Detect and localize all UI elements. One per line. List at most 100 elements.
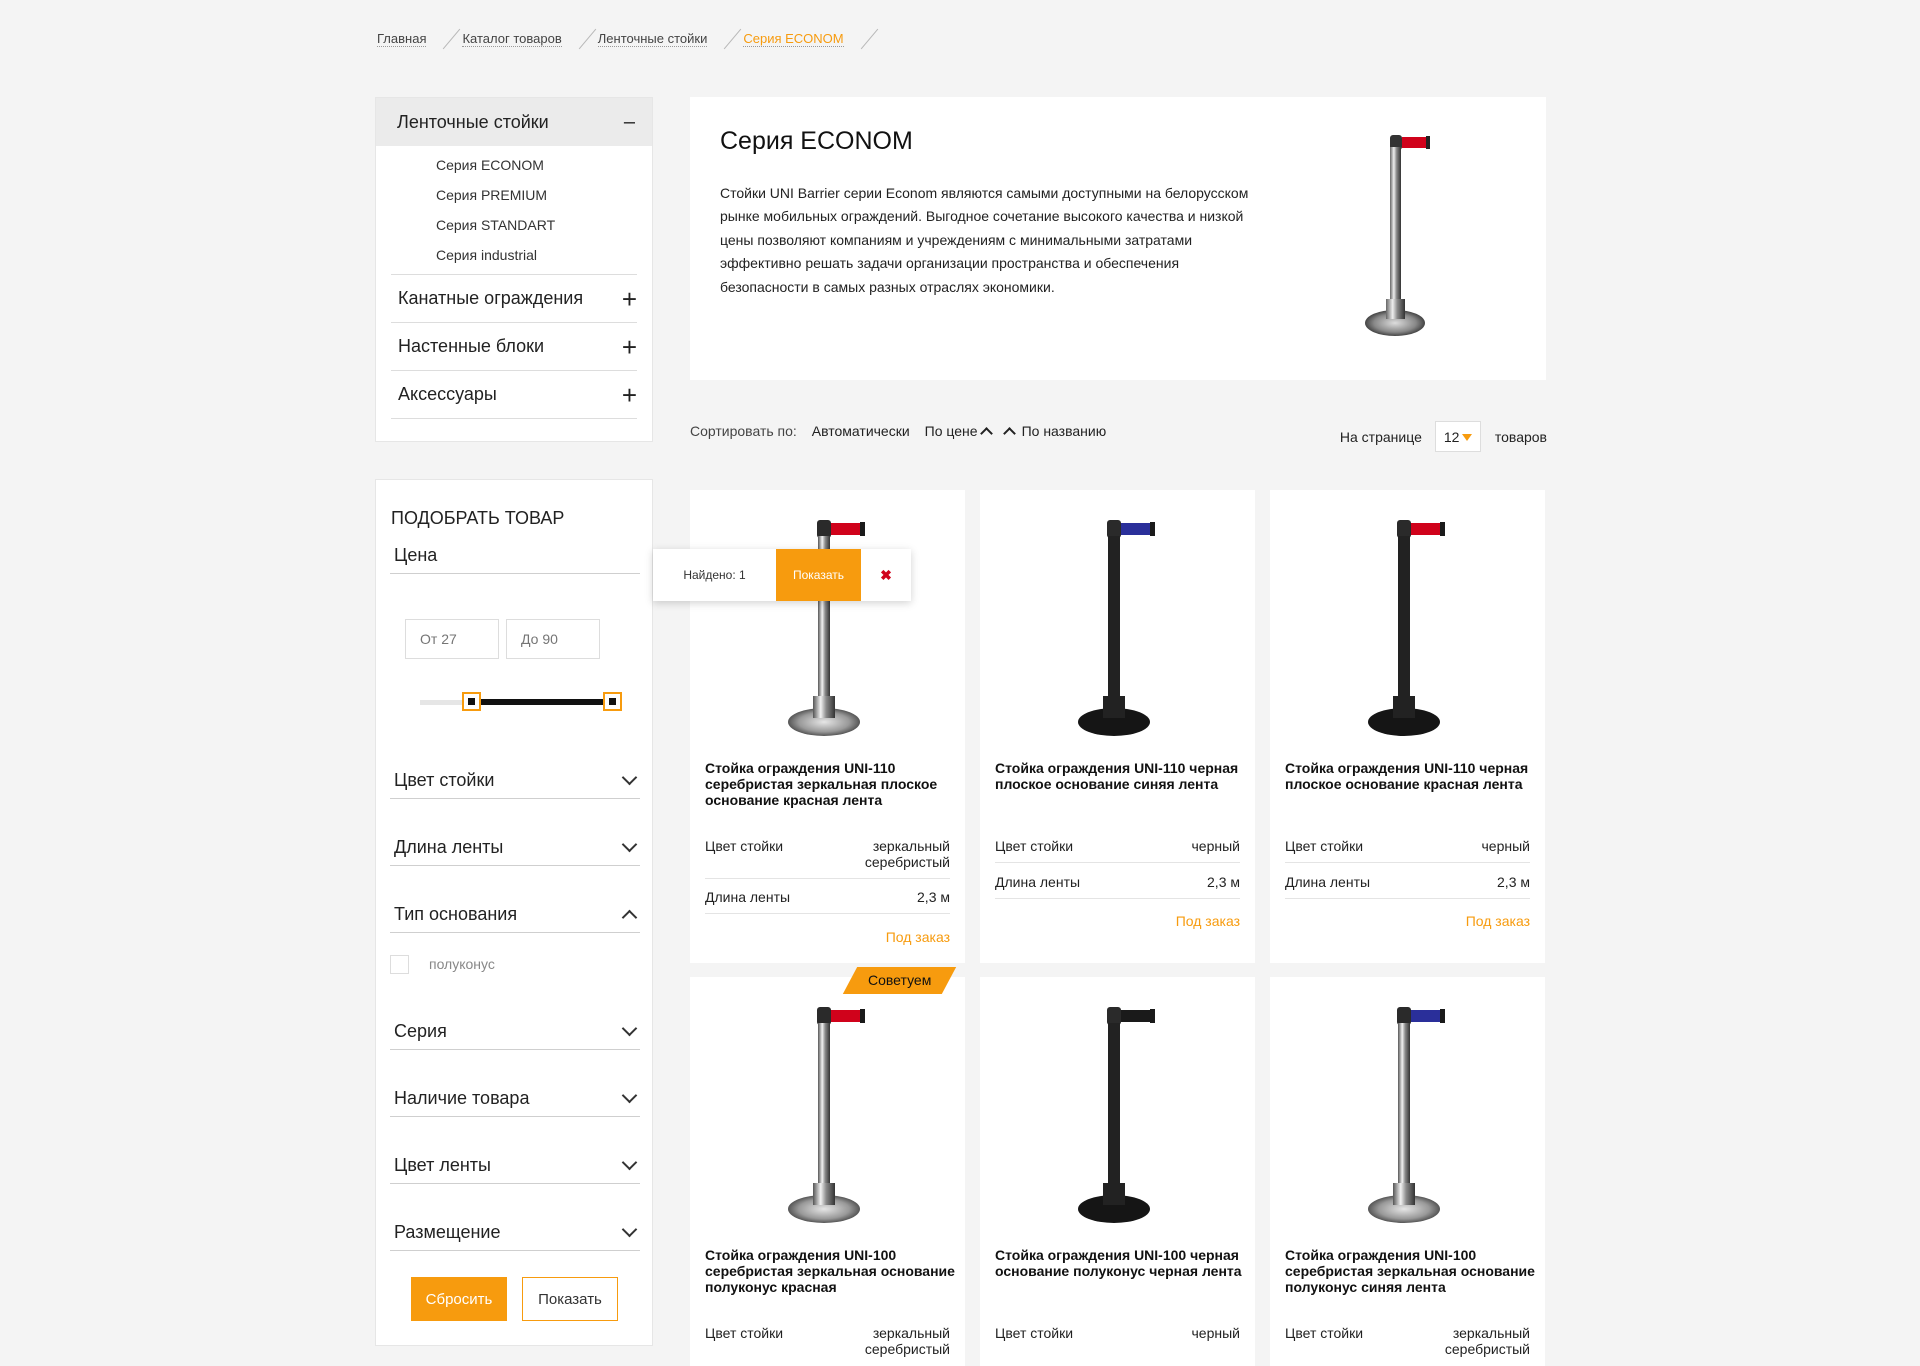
- plus-icon[interactable]: +: [622, 334, 637, 360]
- filter-section-placement[interactable]: Размещение: [390, 1214, 640, 1251]
- product-card[interactable]: Стойка ограждения UNI-100 серебристая зе…: [1270, 977, 1545, 1366]
- price-to-input[interactable]: [506, 619, 600, 659]
- order-status[interactable]: Под заказ: [1176, 913, 1240, 929]
- product-image[interactable]: [1333, 510, 1483, 740]
- order-status[interactable]: Под заказ: [886, 929, 950, 945]
- chevron-up-icon: [621, 909, 638, 925]
- product-title[interactable]: Стойка ограждения UNI-110 черная плоское…: [1285, 760, 1535, 792]
- menu-item-accessories[interactable]: Аксессуары +: [391, 371, 637, 419]
- base-semicone-checkbox[interactable]: [390, 955, 409, 974]
- product-prop-length: Длина ленты 2,3 м: [995, 874, 1240, 899]
- price-slider-max-handle[interactable]: [603, 692, 622, 711]
- prop-label: Длина ленты: [1285, 874, 1371, 890]
- prop-value: черный: [1191, 1325, 1240, 1341]
- sort-name-asc-icon[interactable]: [1002, 426, 1016, 440]
- product-title[interactable]: Стойка ограждения UNI-100 серебристая зе…: [705, 1247, 955, 1295]
- breadcrumb: Главная Каталог товаров Ленточные стойки…: [377, 28, 880, 50]
- prop-label: Цвет стойки: [1285, 1325, 1364, 1341]
- product-card[interactable]: Стойка ограждения UNI-110 черная плоское…: [980, 490, 1255, 963]
- filter-section-base-type[interactable]: Тип основания: [390, 896, 640, 933]
- filter-label: Тип основания: [394, 903, 518, 924]
- product-prop-length: Длина ленты 2,3 м: [705, 889, 950, 914]
- product-image[interactable]: [1043, 997, 1193, 1227]
- per-page: На странице 12 товаров: [1340, 421, 1547, 452]
- product-card[interactable]: Стойка ограждения UNI-110 черная плоское…: [1270, 490, 1545, 963]
- chevron-down-icon: [621, 1087, 638, 1103]
- product-prop-color: Цвет стойки зеркальный серебристый: [705, 1325, 950, 1365]
- sort-name[interactable]: По названию: [1022, 423, 1107, 439]
- reset-button[interactable]: Сбросить: [411, 1277, 507, 1321]
- filter-section-post-color[interactable]: Цвет стойки: [390, 762, 640, 799]
- breadcrumb-catalog[interactable]: Каталог товаров: [462, 28, 597, 50]
- found-count: Найдено: 1: [683, 568, 746, 582]
- order-status[interactable]: Под заказ: [1466, 913, 1530, 929]
- prop-label: Длина ленты: [705, 889, 791, 905]
- per-page-value: 12: [1443, 428, 1460, 445]
- plus-icon[interactable]: +: [622, 286, 637, 312]
- sort-price-asc-icon[interactable]: [979, 426, 993, 440]
- product-image[interactable]: [1043, 510, 1193, 740]
- menu-item-wall-units[interactable]: Настенные блоки +: [391, 323, 637, 371]
- filter-section-tape-length[interactable]: Длина ленты: [390, 829, 640, 866]
- product-image[interactable]: [753, 510, 903, 740]
- base-semicone-label[interactable]: полуконус: [429, 956, 495, 972]
- prop-value: черный: [1191, 838, 1240, 854]
- category-description: Стойки UNI Barrier серии Econom являются…: [720, 185, 1249, 295]
- per-page-select[interactable]: 12: [1434, 421, 1481, 452]
- catalog-menu: Ленточные стойки – Серия ECONOM Серия PR…: [375, 97, 653, 442]
- product-card[interactable]: Стойка ограждения UNI-100 черная основан…: [980, 977, 1255, 1366]
- product-prop-length: Длина ленты 2,3 м: [1285, 874, 1530, 899]
- chevron-down-icon: [621, 769, 638, 785]
- submenu-item-premium[interactable]: Серия PREMIUM: [391, 180, 637, 210]
- menu-item-label: Настенные блоки: [398, 336, 545, 356]
- chevron-down-icon: [621, 1154, 638, 1170]
- product-prop-color: Цвет стойки зеркальный серебристый: [1285, 1325, 1530, 1365]
- popup-show-button[interactable]: Показать: [776, 549, 861, 601]
- price-slider-min-handle[interactable]: [462, 692, 481, 711]
- chevron-down-icon: [621, 836, 638, 852]
- collapse-icon[interactable]: –: [624, 111, 635, 134]
- recommended-badge: Советуем: [842, 967, 957, 994]
- sort-bar: Сортировать по: Автоматически По цене По…: [690, 423, 1121, 440]
- product-prop-color: Цвет стойки черный: [995, 838, 1240, 863]
- breadcrumb-home[interactable]: Главная: [377, 28, 462, 50]
- filter-label: Наличие товара: [394, 1087, 530, 1108]
- per-page-label: На странице: [1339, 428, 1422, 445]
- chevron-down-icon: [621, 1221, 638, 1237]
- prop-label: Цвет стойки: [995, 838, 1074, 854]
- show-button[interactable]: Показать: [522, 1277, 618, 1321]
- menu-item-rope-barriers[interactable]: Канатные ограждения +: [391, 275, 637, 323]
- filter-price-header: Цена: [390, 537, 640, 574]
- product-title[interactable]: Стойка ограждения UNI-110 серебристая зе…: [705, 760, 955, 808]
- price-from-input[interactable]: [405, 619, 499, 659]
- prop-label: Цвет стойки: [995, 1325, 1074, 1341]
- product-card[interactable]: Советуем Стойка ограждения UNI-100 сереб…: [690, 967, 965, 1366]
- submenu-item-econom[interactable]: Серия ECONOM: [391, 150, 637, 180]
- plus-icon[interactable]: +: [622, 382, 637, 408]
- prop-value: черный: [1481, 838, 1530, 854]
- submenu-item-industrial[interactable]: Серия industrial: [391, 240, 637, 270]
- close-icon[interactable]: ✖: [861, 567, 911, 584]
- product-filter: ПОДОБРАТЬ ТОВАР Цена Цвет стойки Длина л…: [375, 479, 653, 1346]
- sort-price[interactable]: По цене: [925, 423, 978, 439]
- prop-value: 2,3 м: [917, 889, 950, 905]
- filter-section-series[interactable]: Серия: [390, 1013, 640, 1050]
- menu-item-belt-posts[interactable]: Ленточные стойки –: [376, 98, 652, 146]
- product-prop-color: Цвет стойки черный: [995, 1325, 1240, 1349]
- prop-value: 2,3 м: [1497, 874, 1530, 890]
- breadcrumb-belt-posts[interactable]: Ленточные стойки: [597, 28, 744, 50]
- product-image[interactable]: [1333, 997, 1483, 1227]
- submenu-item-standart[interactable]: Серия STANDART: [391, 210, 637, 240]
- chevron-down-icon: [621, 1020, 638, 1036]
- product-title[interactable]: Стойка ограждения UNI-100 черная основан…: [995, 1247, 1245, 1279]
- product-image[interactable]: [753, 997, 903, 1227]
- page-title: Серия ECONOM: [720, 127, 913, 155]
- filter-section-availability[interactable]: Наличие товара: [390, 1080, 640, 1117]
- filter-section-tape-color[interactable]: Цвет ленты: [390, 1147, 640, 1184]
- product-title[interactable]: Стойка ограждения UNI-110 черная плоское…: [995, 760, 1245, 792]
- sort-auto[interactable]: Автоматически: [812, 423, 910, 439]
- filter-label: Цвет стойки: [394, 769, 495, 790]
- product-title[interactable]: Стойка ограждения UNI-100 серебристая зе…: [1285, 1247, 1535, 1295]
- prop-value: зеркальный серебристый: [864, 838, 950, 870]
- filter-result-popup: Найдено: 1 Показать ✖: [653, 549, 911, 601]
